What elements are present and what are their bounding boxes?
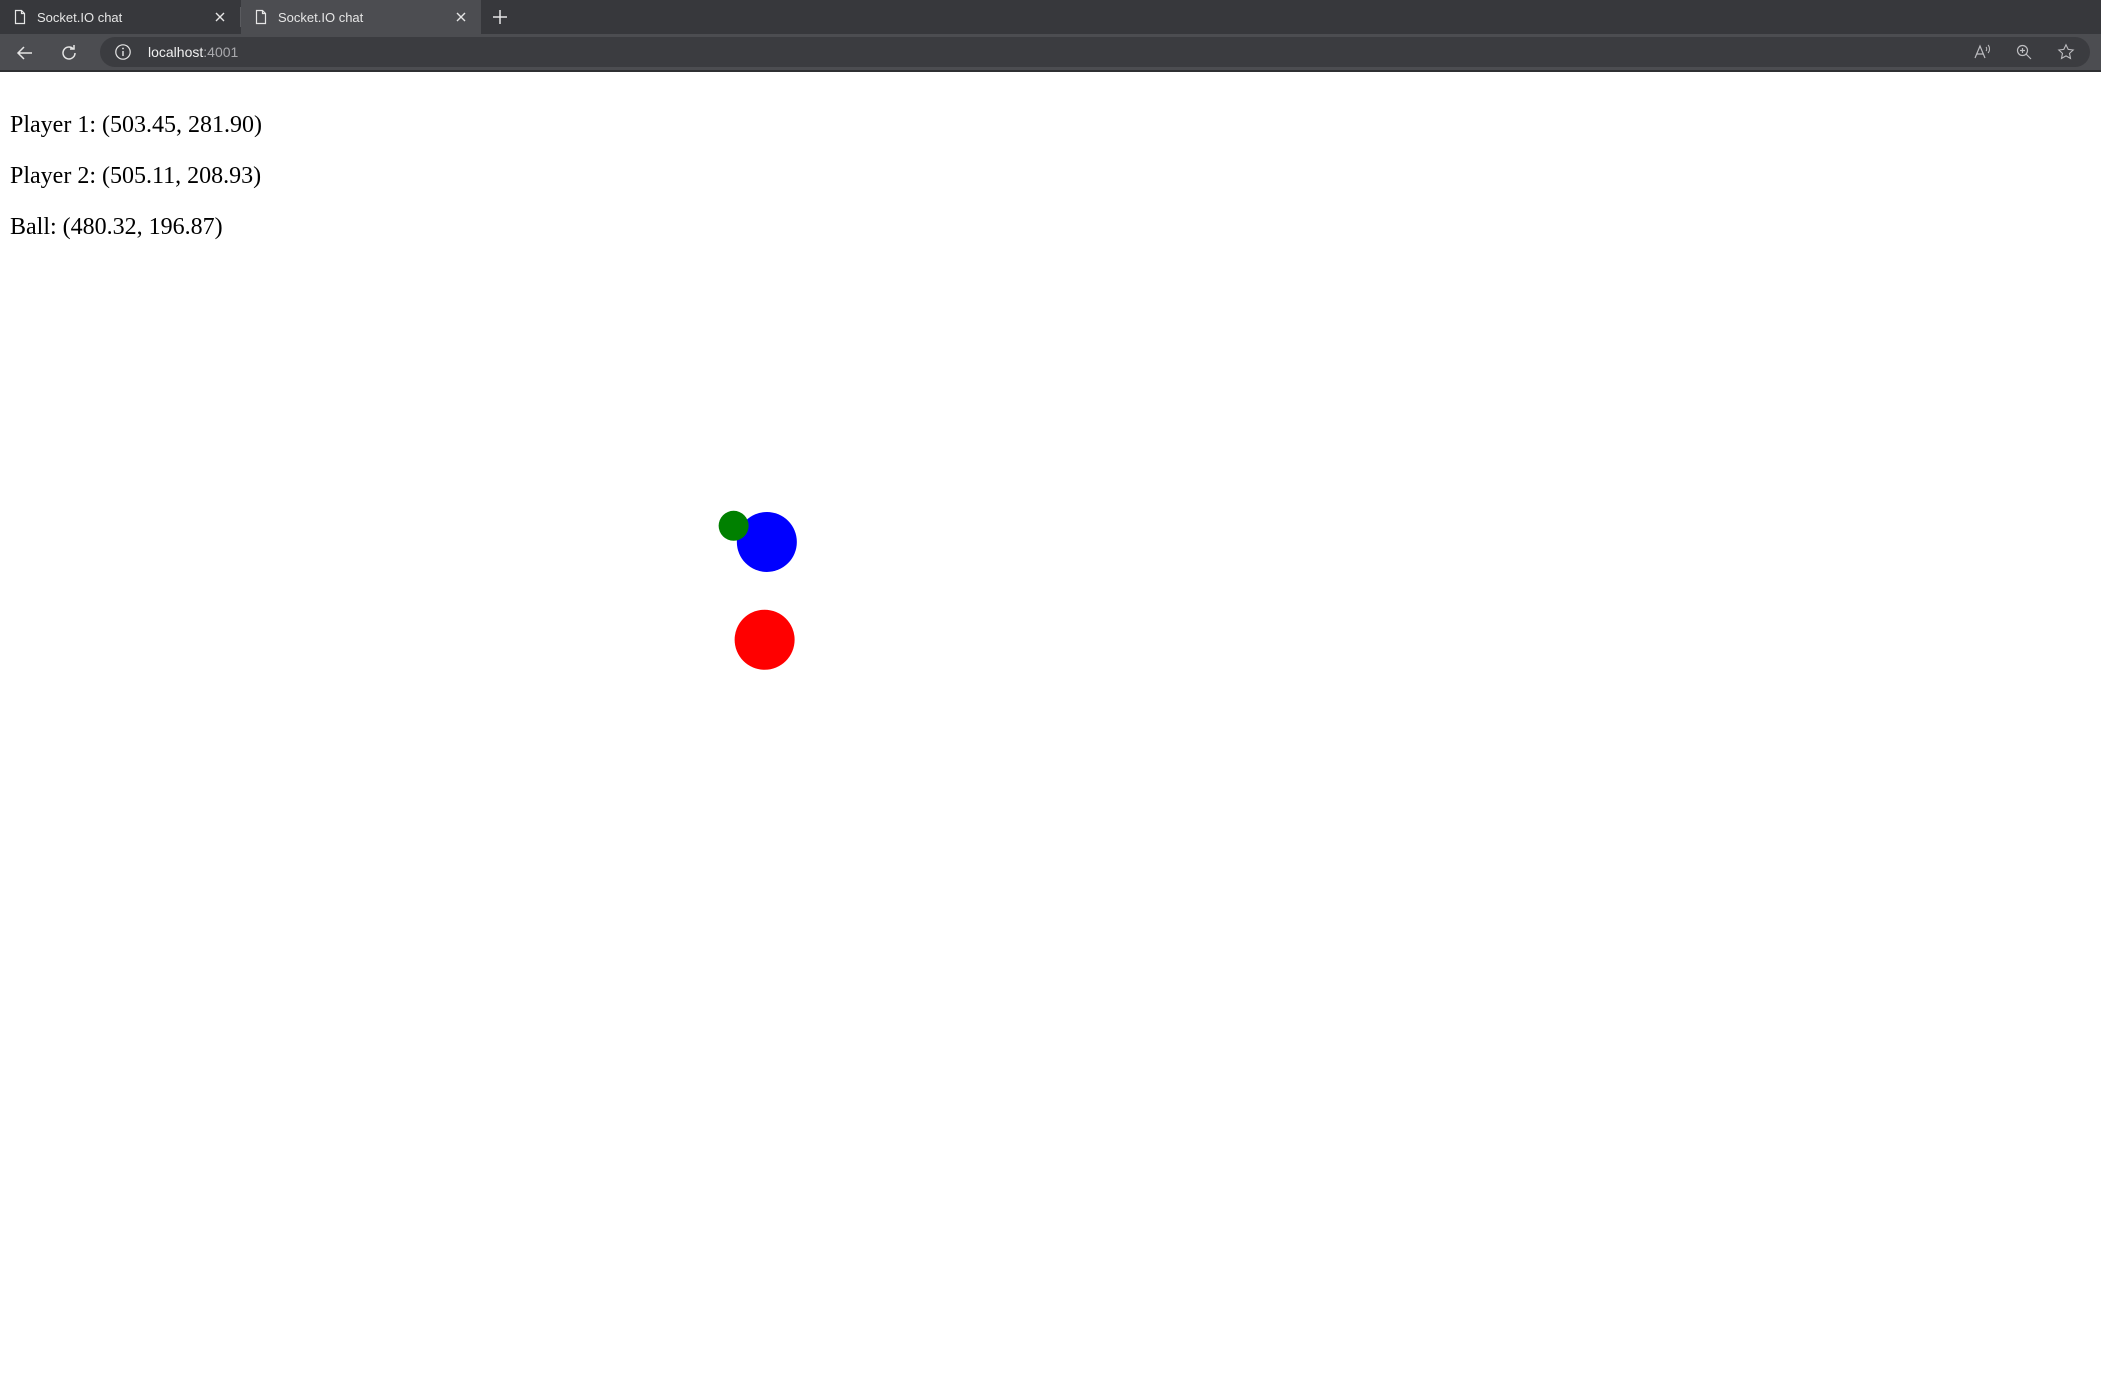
read-aloud-icon[interactable] — [1972, 42, 1992, 62]
page-icon — [255, 9, 267, 25]
url-port: :4001 — [203, 44, 239, 60]
ball-circle — [718, 510, 749, 541]
zoom-icon[interactable] — [2014, 42, 2034, 62]
close-tab-icon[interactable] — [212, 9, 228, 25]
back-arrow-icon — [16, 46, 32, 60]
new-tab-button[interactable] — [488, 5, 512, 29]
page-icon — [14, 9, 26, 25]
back-button[interactable] — [12, 40, 38, 66]
refresh-button[interactable] — [56, 40, 82, 66]
tab-socketio-chat-1[interactable]: Socket.IO chat — [0, 0, 240, 34]
url-host: localhost — [148, 44, 204, 60]
tab-title: Socket.IO chat — [37, 9, 123, 25]
tab-strip: Socket.IO chat Socket.IO chat — [0, 0, 2101, 34]
refresh-icon — [62, 45, 76, 60]
navigation-toolbar: localhost:4001 — [0, 34, 2101, 72]
plus-icon — [493, 10, 507, 24]
page-content: Player 1: (503.45, 281.90) Player 2: (50… — [0, 72, 2101, 1389]
tab-socketio-chat-2[interactable]: Socket.IO chat — [241, 0, 481, 34]
site-info-icon[interactable] — [114, 43, 132, 61]
tab-title: Socket.IO chat — [278, 9, 364, 25]
browser-window: Socket.IO chat Socket.IO chat localhost:… — [0, 0, 2101, 1389]
address-bar-actions — [1972, 42, 2076, 62]
player1-circle — [734, 609, 795, 670]
favorite-star-icon[interactable] — [2056, 42, 2076, 62]
address-bar[interactable]: localhost:4001 — [100, 37, 2090, 67]
url-text[interactable]: localhost:4001 — [148, 44, 238, 60]
game-canvas[interactable] — [0, 72, 2101, 1389]
close-tab-icon[interactable] — [453, 9, 469, 25]
